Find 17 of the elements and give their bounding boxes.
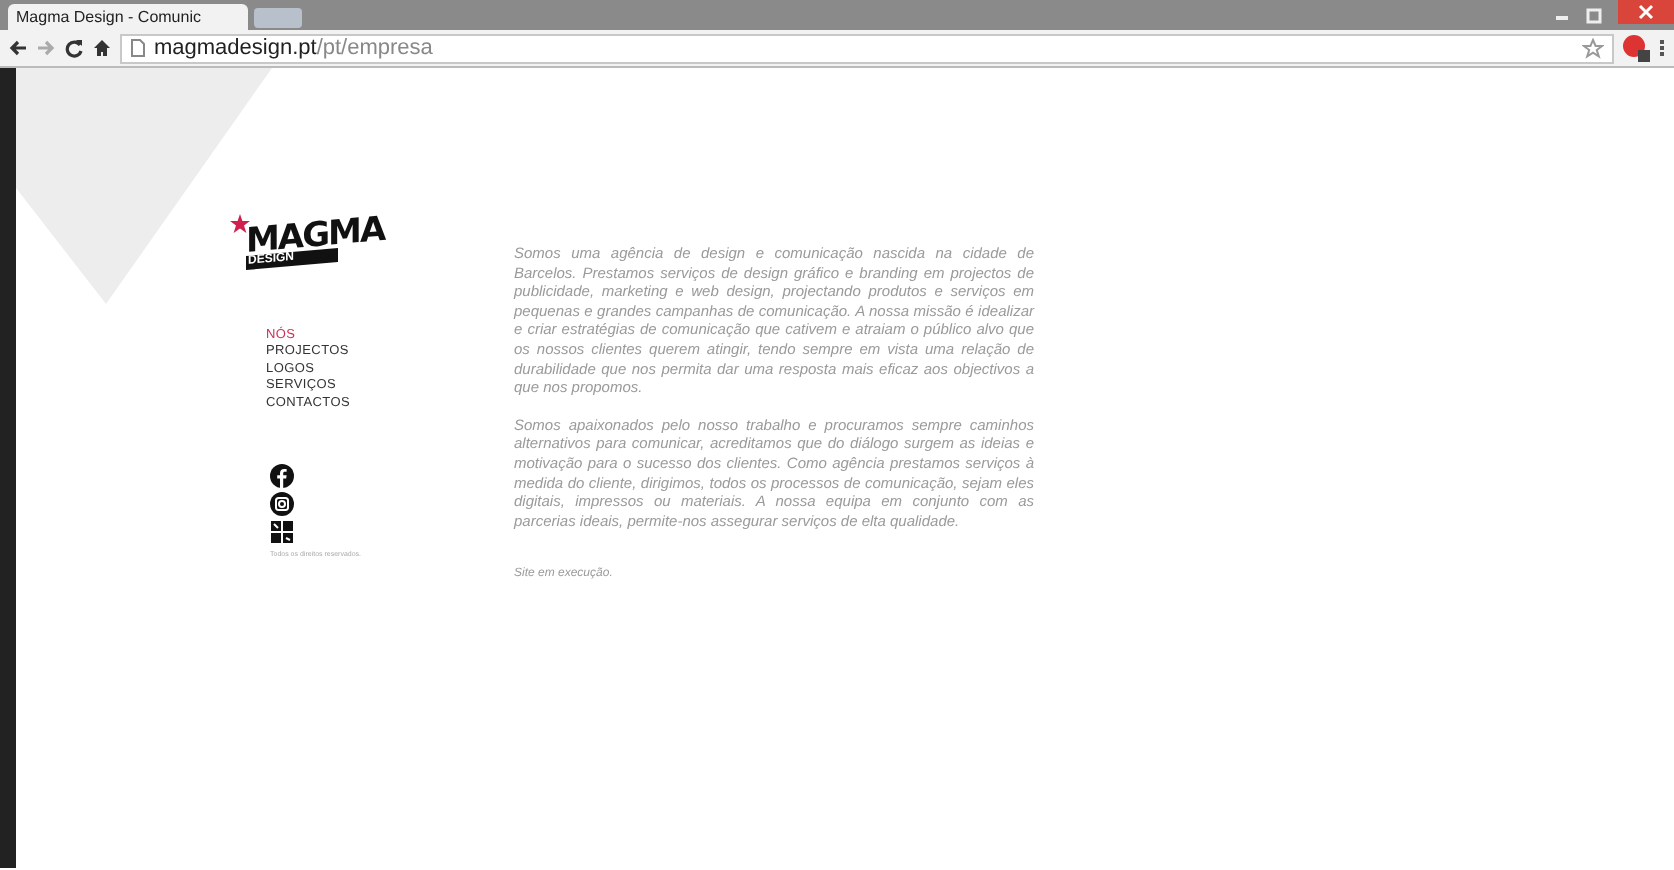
browser-tab[interactable]: Magma Design - Comunic bbox=[8, 4, 248, 30]
url-text: magmadesign.pt/pt/empresa bbox=[154, 35, 433, 61]
star-icon bbox=[230, 214, 250, 234]
reload-icon[interactable] bbox=[64, 38, 84, 58]
close-icon[interactable] bbox=[1618, 0, 1674, 24]
menu-icon[interactable] bbox=[1658, 36, 1666, 60]
home-icon[interactable] bbox=[92, 38, 112, 58]
tab-title: Magma Design - Comunic bbox=[16, 6, 201, 30]
back-icon[interactable] bbox=[8, 38, 28, 58]
facebook-icon[interactable] bbox=[270, 464, 294, 489]
address-bar[interactable]: magmadesign.pt/pt/empresa bbox=[120, 33, 1614, 63]
grid-icon[interactable] bbox=[270, 520, 294, 545]
maximize-icon[interactable] bbox=[1586, 8, 1602, 24]
page-icon bbox=[130, 38, 146, 58]
extension-icon[interactable] bbox=[1622, 34, 1650, 62]
instagram-icon[interactable] bbox=[270, 492, 294, 517]
bookmark-star-icon[interactable] bbox=[1582, 37, 1604, 59]
